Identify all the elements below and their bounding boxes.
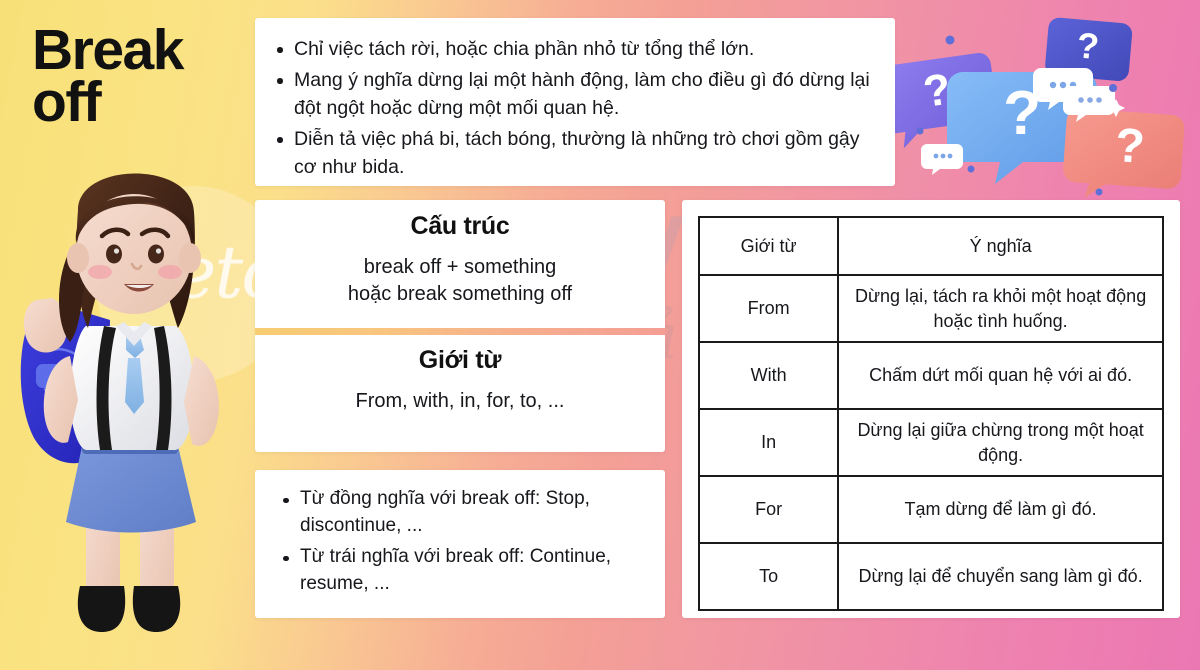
- structure-panel: Cấu trúc break off + something hoặc brea…: [255, 200, 665, 452]
- table-cell-meaning: Dừng lại, tách ra khỏi một hoạt động hoặ…: [837, 274, 1164, 343]
- table-cell-preposition: In: [697, 408, 840, 477]
- list-item: Từ trái nghĩa với break off: Continue, r…: [279, 544, 649, 598]
- list-item: Mang ý nghĩa dừng lại một hành động, làm…: [273, 66, 881, 122]
- list-item: Diễn tả việc phá bi, tách bóng, thường l…: [273, 125, 881, 181]
- definitions-list: Chỉ việc tách rời, hoặc chia phần nhỏ từ…: [273, 35, 881, 184]
- table-cell-preposition: To: [697, 542, 840, 611]
- table-cell-preposition: For: [697, 475, 840, 544]
- table-cell-preposition: With: [697, 341, 840, 410]
- table-row: To Dừng lại để chuyển sang làm gì đó.: [697, 542, 1164, 611]
- svg-text:?: ?: [1075, 24, 1100, 67]
- table-cell-meaning: Chấm dứt mối quan hệ với ai đó.: [837, 341, 1164, 410]
- question-bubbles-illustration: ? ? ? ?: [877, 17, 1185, 198]
- page-title: Break off: [32, 18, 184, 135]
- table-cell-meaning: Dừng lại để chuyển sang làm gì đó.: [837, 542, 1164, 611]
- table-header-row: Giới từ Ý nghĩa: [697, 216, 1164, 276]
- synonyms-panel: Từ đồng nghĩa với break off: Stop, disco…: [255, 470, 665, 618]
- prepositions-section: Giới từ From, with, in, for, to, ...: [255, 346, 665, 415]
- structure-line-1: break off + something: [363, 256, 557, 278]
- table-row: In Dừng lại giữa chừng trong một hoạt độ…: [697, 408, 1164, 477]
- prepositions-list: From, with, in, for, to, ...: [355, 390, 565, 412]
- table-header-meaning: Ý nghĩa: [837, 216, 1164, 276]
- student-girl-illustration: [20, 173, 219, 632]
- table-row: From Dừng lại, tách ra khỏi một hoạt độn…: [697, 274, 1164, 343]
- list-item: Chỉ việc tách rời, hoặc chia phần nhỏ từ…: [273, 35, 881, 63]
- section-divider: [255, 328, 665, 335]
- synonyms-list: Từ đồng nghĩa với break off: Stop, disco…: [279, 486, 649, 602]
- structure-section: Cấu trúc break off + something hoặc brea…: [255, 212, 665, 307]
- table-cell-meaning: Tạm dừng để làm gì đó.: [837, 475, 1164, 544]
- prepositions-table-panel: Giới từ Ý nghĩa From Dừng lại, tách ra k…: [682, 200, 1180, 618]
- definitions-panel: Chỉ việc tách rời, hoặc chia phần nhỏ từ…: [255, 18, 895, 186]
- prepositions-heading: Giới từ: [418, 346, 502, 374]
- table-cell-preposition: From: [697, 274, 840, 343]
- structure-line-2: hoặc break something off: [347, 282, 573, 305]
- structure-heading: Cấu trúc: [410, 212, 510, 240]
- table-row: With Chấm dứt mối quan hệ với ai đó.: [697, 341, 1164, 410]
- svg-text:?: ?: [1113, 119, 1146, 174]
- table-cell-meaning: Dừng lại giữa chừng trong một hoạt động.: [837, 408, 1164, 477]
- list-item: Từ đồng nghĩa với break off: Stop, disco…: [279, 486, 649, 540]
- table-header-preposition: Giới từ: [697, 216, 840, 276]
- prepositions-table: Giới từ Ý nghĩa From Dừng lại, tách ra k…: [697, 216, 1164, 611]
- table-row: For Tạm dừng để làm gì đó.: [697, 475, 1164, 544]
